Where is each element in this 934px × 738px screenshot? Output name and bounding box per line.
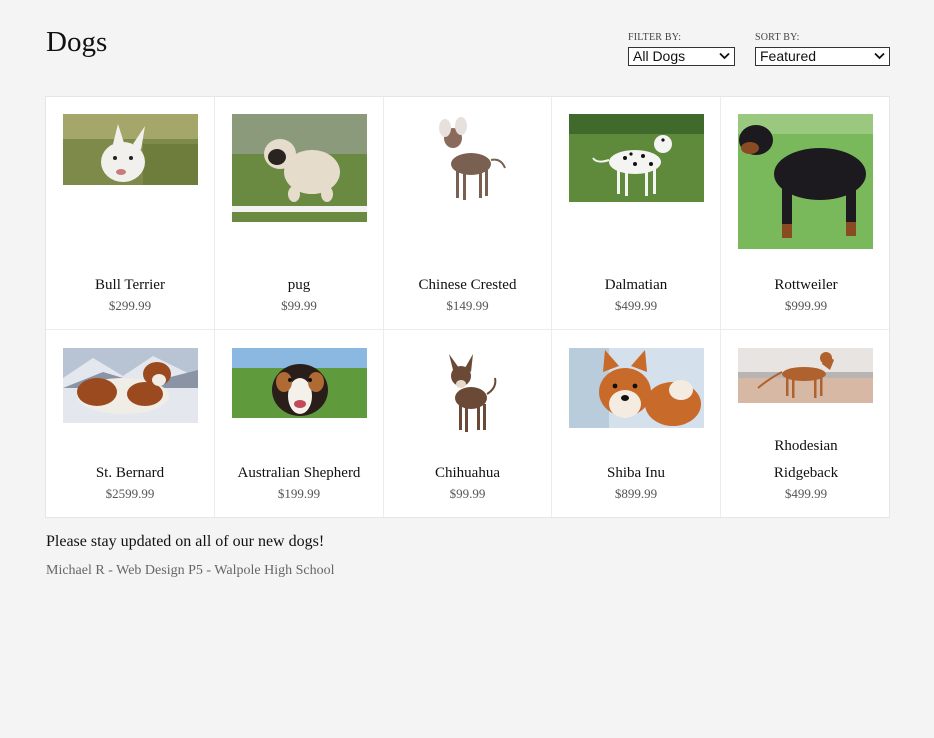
- product-name: Dalmatian: [604, 277, 668, 293]
- sort-control: SORT BY: Featured: [755, 32, 890, 66]
- pug-photo: [232, 114, 367, 222]
- chevron-down-icon: [874, 52, 885, 60]
- product-name: Rhodesian Ridgeback: [773, 438, 839, 481]
- st-bernard-photo: [63, 348, 198, 423]
- product-price: $499.99: [784, 486, 828, 501]
- product-card[interactable]: Chihuahua $99.99: [384, 330, 552, 519]
- product-card[interactable]: Australian Shepherd $199.99: [215, 330, 384, 519]
- sort-select-value: Featured: [760, 48, 817, 64]
- page-title: Dogs: [46, 26, 108, 58]
- rottweiler-photo: [738, 114, 873, 249]
- rhodesian-ridgeback-photo: [738, 348, 873, 403]
- product-card[interactable]: St. Bernard $2599.99: [46, 330, 215, 519]
- product-name: Shiba Inu: [607, 465, 665, 481]
- product-price: $99.99: [281, 298, 317, 313]
- shiba-inu-photo: [569, 348, 704, 428]
- product-card[interactable]: Dalmatian $499.99: [552, 97, 721, 330]
- product-card[interactable]: Shiba Inu $899.99: [552, 330, 721, 519]
- product-price: $499.99: [614, 298, 658, 313]
- dalmatian-photo: [569, 114, 704, 202]
- product-price: $299.99: [108, 298, 152, 313]
- newsletter-message: Please stay updated on all of our new do…: [46, 533, 325, 550]
- product-price: $899.99: [614, 486, 658, 501]
- chihuahua-photo: [401, 348, 536, 438]
- chinese-crested-photo: [401, 114, 536, 206]
- product-price: $199.99: [277, 486, 321, 501]
- product-card[interactable]: Bull Terrier $299.99: [46, 97, 215, 330]
- product-card[interactable]: Rhodesian Ridgeback $499.99: [721, 330, 891, 519]
- product-price: $149.99: [446, 298, 489, 313]
- filter-select-value: All Dogs: [633, 48, 686, 64]
- product-name: Bull Terrier: [95, 277, 165, 293]
- product-name: Chihuahua: [435, 465, 500, 481]
- product-card[interactable]: pug $99.99: [215, 97, 384, 330]
- product-card[interactable]: Chinese Crested $149.99: [384, 97, 552, 330]
- footer-credit: Michael R - Web Design P5 - Walpole High…: [46, 563, 335, 578]
- filter-control: FILTER BY: All Dogs: [628, 32, 735, 66]
- product-price: $2599.99: [105, 486, 155, 501]
- chevron-down-icon: [719, 52, 730, 60]
- filter-label: FILTER BY:: [628, 32, 682, 43]
- product-name: Rottweiler: [774, 277, 838, 293]
- bull-terrier-photo: [63, 114, 198, 185]
- australian-shepherd-photo: [232, 348, 367, 418]
- product-price: $999.99: [784, 298, 828, 313]
- sort-select[interactable]: Featured: [755, 47, 890, 66]
- product-grid: Bull Terrier $299.99 pug $99.99 Chinese …: [45, 96, 891, 519]
- product-name: Australian Shepherd: [237, 465, 361, 481]
- product-name: Chinese Crested: [418, 277, 517, 293]
- product-name: St. Bernard: [95, 465, 165, 481]
- product-price: $99.99: [449, 486, 486, 501]
- filter-select[interactable]: All Dogs: [628, 47, 735, 66]
- product-card[interactable]: Rottweiler $999.99: [721, 97, 891, 330]
- product-name: pug: [287, 277, 311, 293]
- sort-label: SORT BY:: [755, 32, 800, 43]
